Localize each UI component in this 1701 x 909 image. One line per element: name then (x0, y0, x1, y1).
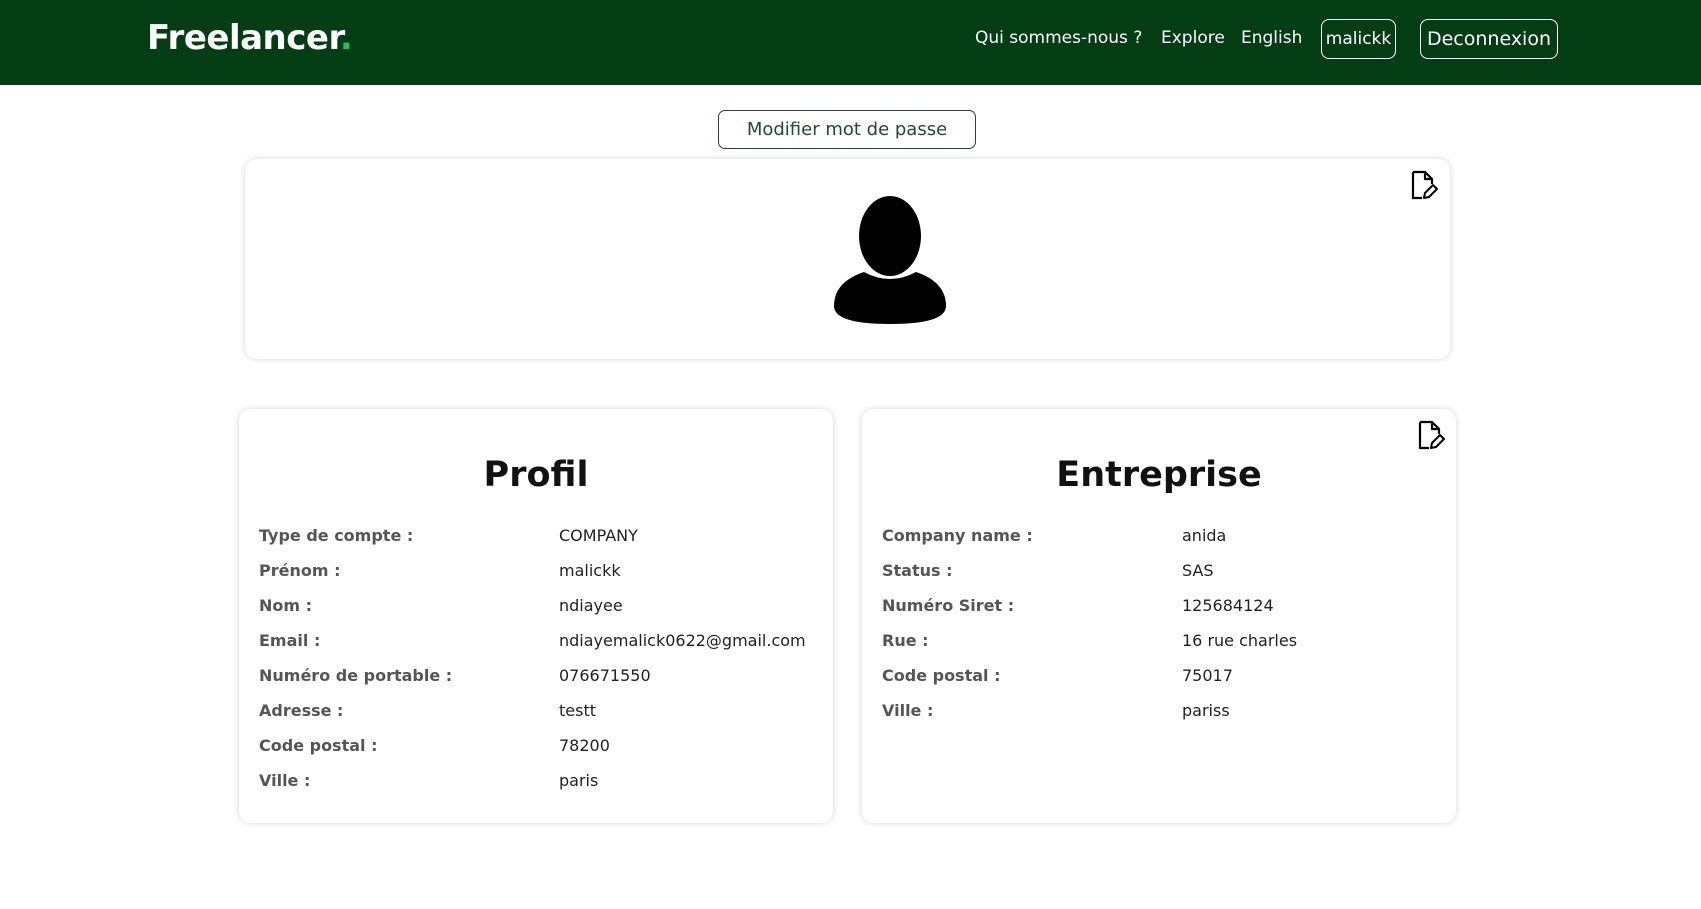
nav-explore-link[interactable]: Explore (1161, 28, 1225, 48)
user-button[interactable]: malickk (1321, 19, 1396, 59)
field-label: Numéro Siret : (882, 596, 1015, 615)
nav-about-link[interactable]: Qui sommes-nous ? (975, 28, 1142, 48)
profil-row-address: Adresse : testt (259, 701, 819, 725)
field-value: 076671550 (559, 666, 651, 685)
field-value: COMPANY (559, 526, 638, 545)
logo[interactable]: Freelancer. (147, 18, 353, 58)
field-label: Rue : (882, 631, 929, 650)
entreprise-row-status: Status : SAS (882, 561, 1442, 585)
file-edit-icon[interactable] (1410, 170, 1438, 200)
field-value: 16 rue charles (1182, 631, 1298, 650)
field-label: Nom : (259, 596, 313, 615)
profil-row-postal-code: Code postal : 78200 (259, 736, 819, 760)
field-label: Code postal : (259, 736, 378, 755)
field-label: Code postal : (882, 666, 1001, 685)
field-value: pariss (1182, 701, 1230, 720)
entreprise-row-company-name: Company name : anida (882, 526, 1442, 550)
file-edit-icon[interactable] (1417, 420, 1445, 450)
field-label: Numéro de portable : (259, 666, 453, 685)
field-value: paris (559, 771, 599, 790)
field-value: malickk (559, 561, 621, 580)
profil-row-city: Ville : paris (259, 771, 819, 795)
entreprise-row-postal-code: Code postal : 75017 (882, 666, 1442, 690)
profil-row-account-type: Type de compte : COMPANY (259, 526, 819, 550)
field-value: 125684124 (1182, 596, 1274, 615)
field-value: SAS (1182, 561, 1214, 580)
profil-title: Profil (483, 455, 589, 495)
entreprise-row-street: Rue : 16 rue charles (882, 631, 1442, 655)
entreprise-title: Entreprise (1056, 455, 1262, 495)
field-value: anida (1182, 526, 1227, 545)
nav-language-link[interactable]: English (1241, 28, 1302, 48)
field-label: Email : (259, 631, 321, 650)
change-password-button[interactable]: Modifier mot de passe (718, 110, 976, 149)
profil-row-lastname: Nom : ndiayee (259, 596, 819, 620)
entreprise-row-siret: Numéro Siret : 125684124 (882, 596, 1442, 620)
field-value: 78200 (559, 736, 610, 755)
field-label: Status : (882, 561, 953, 580)
field-label: Type de compte : (259, 526, 414, 545)
field-value: 75017 (1182, 666, 1233, 685)
profil-row-phone: Numéro de portable : 076671550 (259, 666, 819, 690)
entreprise-card: Entreprise Company name : anida Status :… (862, 409, 1456, 823)
logout-button[interactable]: Deconnexion (1420, 19, 1558, 59)
logo-dot: . (339, 18, 353, 58)
entreprise-row-city: Ville : pariss (882, 701, 1442, 725)
profil-card: Profil Type de compte : COMPANY Prénom :… (239, 409, 833, 823)
user-silhouette-icon (834, 196, 946, 324)
field-value: testt (559, 701, 596, 720)
field-label: Ville : (882, 701, 934, 720)
field-label: Company name : (882, 526, 1033, 545)
profil-row-firstname: Prénom : malickk (259, 561, 819, 585)
field-value: ndiayee (559, 596, 623, 615)
field-label: Prénom : (259, 561, 341, 580)
field-label: Adresse : (259, 701, 344, 720)
profil-row-email: Email : ndiayemalick0622@gmail.com (259, 631, 819, 655)
field-value: ndiayemalick0622@gmail.com (559, 631, 806, 650)
top-navbar: Freelancer. Qui sommes-nous ? Explore En… (0, 0, 1701, 85)
field-label: Ville : (259, 771, 311, 790)
